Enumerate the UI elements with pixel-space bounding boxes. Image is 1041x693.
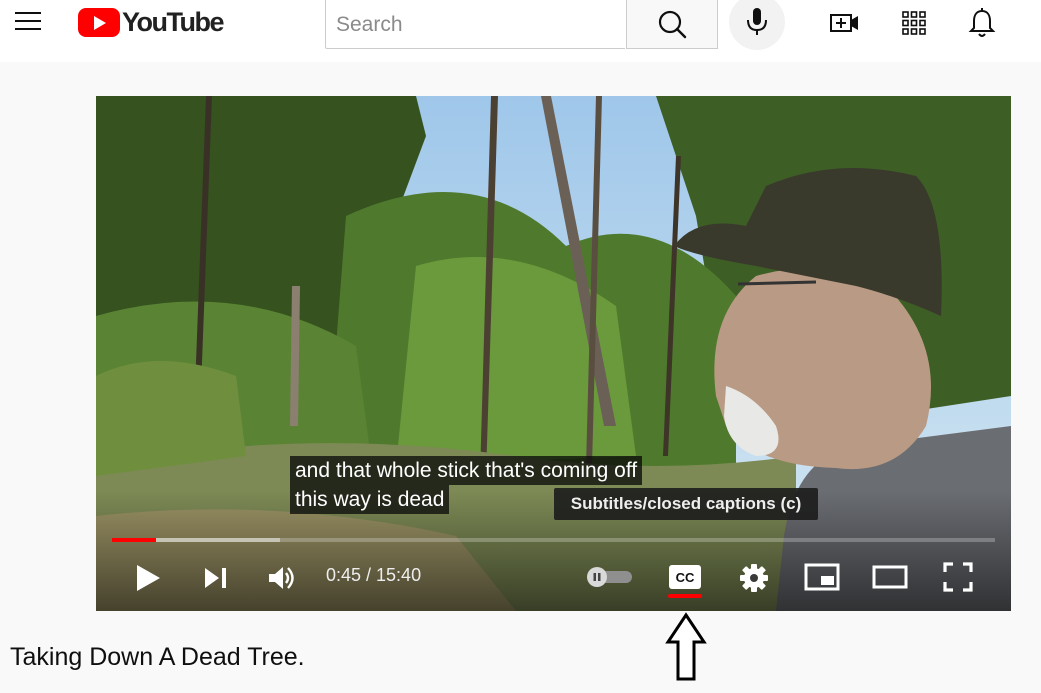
notifications-bell-icon bbox=[968, 8, 996, 37]
caption-line: and that whole stick that's coming off bbox=[290, 456, 643, 485]
logo-text: YouTube bbox=[122, 6, 224, 37]
settings-gear-icon bbox=[740, 564, 768, 592]
pointer-arrow-icon bbox=[665, 612, 707, 681]
miniplayer-icon bbox=[804, 563, 840, 591]
search-icon bbox=[658, 10, 687, 39]
cc-button[interactable]: CC bbox=[668, 564, 702, 590]
notifications-button[interactable] bbox=[965, 6, 999, 40]
volume-icon bbox=[269, 567, 294, 589]
video-title: Taking Down A Dead Tree. bbox=[10, 643, 305, 671]
fullscreen-icon bbox=[943, 562, 973, 592]
theater-mode-button[interactable] bbox=[872, 562, 908, 592]
progress-bar[interactable] bbox=[112, 538, 995, 542]
svg-text:CC: CC bbox=[676, 570, 695, 585]
time-display: 0:45 / 15:40 bbox=[326, 565, 422, 585]
next-button[interactable] bbox=[200, 563, 230, 593]
apps-grid-icon bbox=[902, 11, 926, 35]
next-icon bbox=[205, 568, 226, 588]
cc-icon: CC bbox=[669, 565, 701, 589]
cc-active-indicator bbox=[668, 594, 702, 598]
autoplay-toggle[interactable] bbox=[586, 566, 634, 588]
play-icon bbox=[137, 565, 160, 591]
apps-button[interactable] bbox=[897, 6, 931, 40]
play-button[interactable] bbox=[132, 562, 164, 594]
autoplay-toggle-icon bbox=[587, 567, 632, 587]
controls-tooltip: Subtitles/closed captions (c) bbox=[554, 488, 818, 520]
video-player[interactable]: and that whole stick that's coming off t… bbox=[96, 96, 1011, 611]
settings-button[interactable] bbox=[738, 562, 770, 594]
search-box bbox=[325, 0, 625, 49]
youtube-logo[interactable]: YouTube bbox=[78, 6, 224, 37]
microphone-icon bbox=[747, 8, 767, 35]
miniplayer-button[interactable] bbox=[804, 562, 840, 592]
create-button[interactable] bbox=[828, 6, 862, 40]
search-button[interactable] bbox=[626, 0, 718, 49]
search-input[interactable] bbox=[334, 9, 618, 41]
create-video-icon bbox=[830, 14, 858, 32]
voice-search-button[interactable] bbox=[729, 0, 785, 50]
masthead: YouTube bbox=[0, 0, 1041, 62]
volume-button[interactable] bbox=[266, 562, 298, 594]
caption-line: this way is dead bbox=[290, 485, 450, 514]
theater-mode-icon bbox=[872, 565, 908, 589]
progress-played bbox=[112, 538, 157, 542]
fullscreen-button[interactable] bbox=[942, 561, 974, 593]
menu-icon[interactable] bbox=[10, 6, 46, 38]
youtube-play-logo-icon bbox=[78, 7, 120, 37]
